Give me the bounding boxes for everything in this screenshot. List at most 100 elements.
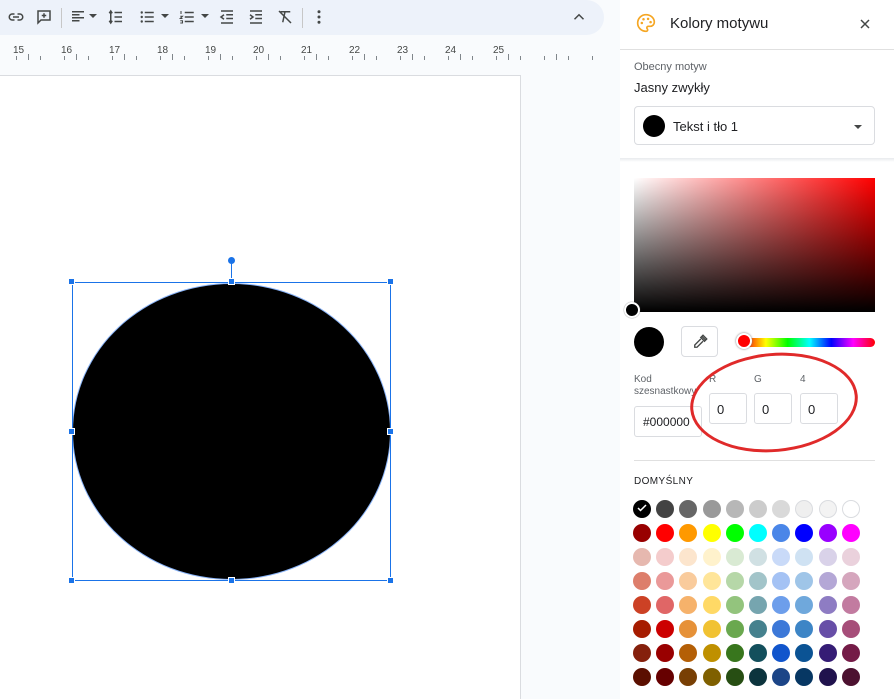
resize-handle-right[interactable] (387, 428, 394, 435)
color-swatch[interactable] (818, 668, 837, 686)
eyedropper-button[interactable] (681, 326, 718, 357)
color-swatch[interactable] (633, 548, 651, 566)
color-swatch[interactable] (795, 668, 814, 686)
color-swatch[interactable] (772, 644, 791, 662)
resize-handle-bottom-right[interactable] (387, 577, 394, 584)
saturation-value-picker[interactable] (634, 178, 875, 312)
color-swatch[interactable] (702, 524, 721, 542)
decrease-indent-icon[interactable] (217, 5, 237, 29)
color-swatch[interactable] (656, 572, 675, 590)
color-swatch[interactable] (633, 524, 651, 542)
color-swatch[interactable] (679, 644, 698, 662)
color-swatch[interactable] (679, 596, 698, 614)
color-swatch[interactable] (702, 644, 721, 662)
color-swatch[interactable] (795, 524, 814, 542)
line-spacing-icon[interactable] (106, 5, 126, 29)
color-swatch[interactable] (679, 668, 698, 686)
color-swatch[interactable] (841, 596, 860, 614)
color-swatch[interactable] (749, 644, 767, 662)
more-icon[interactable] (310, 5, 328, 29)
color-swatch[interactable] (795, 500, 814, 518)
color-swatch[interactable] (795, 548, 814, 566)
color-swatch[interactable] (633, 668, 651, 686)
hue-slider[interactable] (744, 338, 875, 347)
color-swatch[interactable] (725, 548, 744, 566)
bulleted-list-dropdown-caret[interactable] (161, 14, 169, 18)
color-swatch[interactable] (702, 500, 721, 518)
color-swatch[interactable] (725, 572, 744, 590)
color-swatch[interactable] (795, 644, 814, 662)
color-swatch[interactable] (749, 524, 767, 542)
resize-handle-top[interactable] (228, 278, 235, 285)
color-swatch[interactable] (772, 572, 791, 590)
color-swatch[interactable] (633, 644, 651, 662)
color-swatch[interactable] (725, 500, 744, 518)
color-swatch[interactable] (679, 620, 698, 638)
color-swatch[interactable] (656, 644, 675, 662)
color-swatch[interactable] (679, 500, 698, 518)
resize-handle-left[interactable] (68, 428, 75, 435)
color-swatch[interactable] (679, 524, 698, 542)
collapse-icon[interactable] (569, 5, 589, 29)
color-swatch[interactable] (772, 524, 791, 542)
color-swatch[interactable] (749, 596, 767, 614)
color-swatch[interactable] (633, 620, 651, 638)
color-swatch[interactable] (633, 500, 651, 518)
numbered-list-icon[interactable] (177, 5, 197, 29)
color-swatch[interactable] (725, 620, 744, 638)
color-swatch[interactable] (702, 548, 721, 566)
color-swatch[interactable] (841, 644, 860, 662)
color-swatch[interactable] (818, 524, 837, 542)
numbered-list-dropdown-caret[interactable] (201, 14, 209, 18)
color-swatch[interactable] (656, 596, 675, 614)
color-swatch[interactable] (772, 548, 791, 566)
color-swatch[interactable] (679, 548, 698, 566)
color-swatch[interactable] (818, 620, 837, 638)
color-swatch[interactable] (656, 524, 675, 542)
color-swatch[interactable] (772, 596, 791, 614)
increase-indent-icon[interactable] (246, 5, 266, 29)
color-swatch[interactable] (725, 596, 744, 614)
close-icon[interactable] (857, 16, 873, 32)
color-swatch[interactable] (656, 620, 675, 638)
color-swatch[interactable] (656, 668, 675, 686)
color-swatch[interactable] (702, 620, 721, 638)
color-swatch[interactable] (818, 500, 837, 518)
color-swatch[interactable] (749, 620, 767, 638)
color-swatch[interactable] (795, 596, 814, 614)
resize-handle-top-left[interactable] (68, 278, 75, 285)
color-swatch[interactable] (841, 548, 860, 566)
color-swatch[interactable] (633, 572, 651, 590)
color-swatch[interactable] (725, 524, 744, 542)
color-swatch[interactable] (702, 668, 721, 686)
color-swatch[interactable] (841, 572, 860, 590)
add-comment-icon[interactable] (34, 5, 54, 29)
color-swatch[interactable] (841, 668, 860, 686)
color-swatch[interactable] (725, 644, 744, 662)
resize-handle-top-right[interactable] (387, 278, 394, 285)
color-swatch[interactable] (749, 668, 767, 686)
color-swatch[interactable] (749, 548, 767, 566)
color-swatch[interactable] (818, 596, 837, 614)
color-swatch[interactable] (749, 572, 767, 590)
color-swatch[interactable] (702, 572, 721, 590)
clear-formatting-icon[interactable] (275, 5, 295, 29)
color-swatch[interactable] (772, 500, 791, 518)
color-swatch[interactable] (818, 644, 837, 662)
link-icon[interactable] (6, 5, 26, 29)
color-swatch[interactable] (841, 524, 860, 542)
resize-handle-bottom[interactable] (228, 577, 235, 584)
resize-handle-bottom-left[interactable] (68, 577, 75, 584)
color-swatch[interactable] (818, 572, 837, 590)
color-swatch[interactable] (633, 596, 651, 614)
color-swatch[interactable] (772, 668, 791, 686)
color-swatch[interactable] (772, 620, 791, 638)
theme-color-dropdown[interactable]: Tekst i tło 1 (634, 106, 875, 145)
color-swatch[interactable] (725, 668, 744, 686)
color-swatch[interactable] (795, 572, 814, 590)
horizontal-ruler[interactable]: 15 16 17 18 19 20 21 22 23 24 25 (0, 40, 604, 62)
color-swatch[interactable] (841, 620, 860, 638)
align-dropdown-caret[interactable] (89, 14, 97, 18)
hue-slider-knob[interactable] (736, 333, 752, 349)
color-swatch[interactable] (749, 500, 767, 518)
